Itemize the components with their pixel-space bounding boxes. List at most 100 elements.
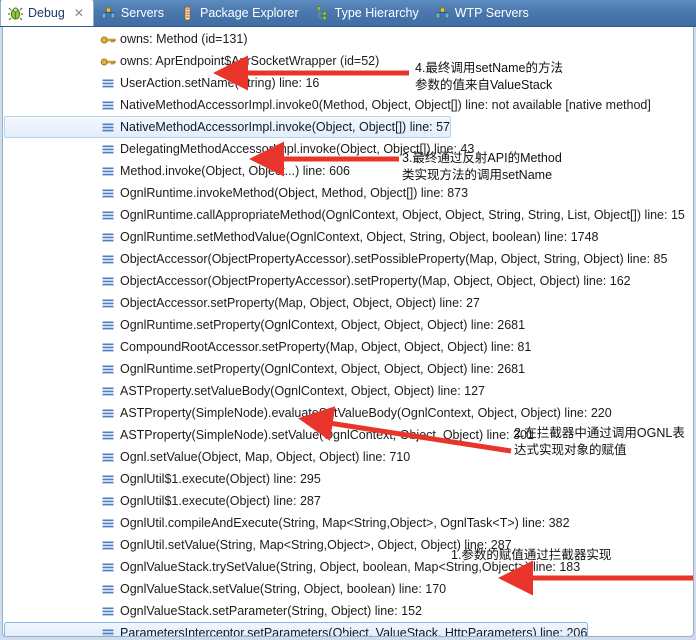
- stack-frame-row[interactable]: OgnlValueStack.setValue(String, Object, …: [4, 578, 693, 600]
- stack-frame-label: owns: Method (id=131): [120, 32, 248, 46]
- stack-frame-icon: [100, 538, 116, 554]
- stack-frame-label: ObjectAccessor.setProperty(Map, Object, …: [120, 296, 480, 310]
- stack-frame-row[interactable]: OgnlRuntime.setProperty(OgnlContext, Obj…: [4, 358, 693, 380]
- annotation-2-text: 2.在拦截器中通过调用OGNL表 达式实现对象的赋值: [514, 426, 685, 457]
- annotation-1-text: 1.参数的赋值通过拦截器实现: [451, 548, 612, 562]
- tab-package-explorer[interactable]: Package Explorer: [173, 1, 308, 26]
- stack-frame-label: ASTProperty(SimpleNode).evaluateSetValue…: [120, 406, 612, 420]
- stack-frame-row[interactable]: DelegatingMethodAccessorImpl.invoke(Obje…: [4, 138, 693, 160]
- stack-frame-icon: [100, 230, 116, 246]
- watermark: http://blog.csdn.net/kongfanyu: [341, 629, 614, 636]
- stack-frame-label: NativeMethodAccessorImpl.invoke0(Method,…: [120, 98, 651, 112]
- stack-frame-label: OgnlUtil.compileAndExecute(String, Map<S…: [120, 516, 570, 530]
- stack-frame-label: ASTProperty(SimpleNode).setValue(OgnlCon…: [120, 428, 534, 442]
- stack-frame-icon: [100, 186, 116, 202]
- tab-label: Package Explorer: [199, 6, 299, 21]
- stack-frame-label: OgnlRuntime.setMethodValue(OgnlContext, …: [120, 230, 599, 244]
- tab-label: Servers: [120, 6, 164, 21]
- stack-frame-icon: [100, 208, 116, 224]
- stack-frame-label: Method.invoke(Object, Object...) line: 6…: [120, 164, 350, 178]
- stack-frame-icon: [100, 120, 116, 136]
- stack-frame-icon: [100, 450, 116, 466]
- stack-frame-label: OgnlRuntime.callAppropriateMethod(OgnlCo…: [120, 208, 685, 222]
- bug-icon: [8, 6, 23, 21]
- stack-frame-row[interactable]: OgnlUtil$1.execute(Object) line: 295: [4, 468, 693, 490]
- tab-wtp-servers[interactable]: WTP Servers: [428, 1, 538, 26]
- stack-frame-icon: [100, 406, 116, 422]
- stack-frame-row[interactable]: ObjectAccessor(ObjectPropertyAccessor).s…: [4, 270, 693, 292]
- stack-frame-row[interactable]: ObjectAccessor(ObjectPropertyAccessor).s…: [4, 248, 693, 270]
- stack-frame-row[interactable]: CompoundRootAccessor.setProperty(Map, Ob…: [4, 336, 693, 358]
- tab-debug[interactable]: Debug ✕: [0, 0, 94, 26]
- stack-frame-row[interactable]: NativeMethodAccessorImpl.invoke0(Method,…: [4, 94, 693, 116]
- stack-frame-row[interactable]: OgnlUtil.compileAndExecute(String, Map<S…: [4, 512, 693, 534]
- stack-frame-label: OgnlRuntime.setProperty(OgnlContext, Obj…: [120, 362, 526, 376]
- stack-frame-icon: [100, 252, 116, 268]
- stack-frame-label: OgnlUtil$1.execute(Object) line: 287: [120, 494, 321, 508]
- stack-frame-row[interactable]: OgnlRuntime.callAppropriateMethod(OgnlCo…: [4, 204, 693, 226]
- stack-frame-icon: [100, 98, 116, 114]
- stack-frame-icon: [100, 296, 116, 312]
- stack-frame-label: OgnlUtil$1.execute(Object) line: 295: [120, 472, 321, 486]
- stack-frame-row[interactable]: OgnlRuntime.setMethodValue(OgnlContext, …: [4, 226, 693, 248]
- stack-frame-label: OgnlRuntime.setProperty(OgnlContext, Obj…: [120, 318, 526, 332]
- stack-frame-icon: [100, 318, 116, 334]
- tab-label: WTP Servers: [454, 6, 529, 21]
- stack-frame-icon: [100, 516, 116, 532]
- monitor-key-icon: [100, 32, 116, 48]
- stack-frame-icon: [100, 384, 116, 400]
- stack-frame-label: OgnlValueStack.setValue(String, Object, …: [120, 582, 447, 596]
- stack-frame-icon: [100, 274, 116, 290]
- stack-frame-row[interactable]: OgnlValueStack.setParameter(String, Obje…: [4, 600, 693, 622]
- stack-frame-label: OgnlRuntime.invokeMethod(Object, Method,…: [120, 186, 469, 200]
- stack-frame-label: OgnlValueStack.setParameter(String, Obje…: [120, 604, 422, 618]
- stack-frame-icon: [100, 582, 116, 598]
- view-tab-bar: Debug ✕ Servers Package Explorer Type Hierar…: [0, 0, 696, 27]
- stack-frame-label: UserAction.setName(String) line: 16: [120, 76, 320, 90]
- stack-frame-label: Ognl.setValue(Object, Map, Object, Objec…: [120, 450, 411, 464]
- stack-frame-icon: [100, 76, 116, 92]
- stack-frame-icon: [100, 142, 116, 158]
- stack-frame-label: CompoundRootAccessor.setProperty(Map, Ob…: [120, 340, 532, 354]
- stack-frame-row[interactable]: ASTProperty(SimpleNode).evaluateSetValue…: [4, 402, 693, 424]
- monitor-key-icon: [100, 54, 116, 70]
- stack-frame-row[interactable]: owns: Method (id=131): [4, 28, 693, 50]
- stack-frame-icon: [100, 494, 116, 510]
- annotation-3-text: 3.最终通过反射API的Method 类实现方法的调用setName: [402, 151, 562, 182]
- stack-frame-icon: [100, 626, 116, 636]
- close-icon[interactable]: ✕: [74, 6, 84, 20]
- package-icon: [180, 6, 195, 21]
- stack-frame-row[interactable]: owns: AprEndpoint$AprSocketWrapper (id=5…: [4, 50, 693, 72]
- stack-frame-icon: [100, 560, 116, 576]
- stack-frame-row[interactable]: NativeMethodAccessorImpl.invoke(Object, …: [4, 116, 451, 138]
- tab-servers[interactable]: Servers: [94, 1, 173, 26]
- annotation-4-text: 4.最终调用setName的方法 参数的值来自ValueStack: [415, 61, 563, 92]
- tab-label: Debug: [28, 5, 65, 20]
- stack-frame-label: ObjectAccessor(ObjectPropertyAccessor).s…: [120, 252, 668, 266]
- tab-label: Type Hierarchy: [334, 6, 419, 21]
- stack-frame-row[interactable]: Method.invoke(Object, Object...) line: 6…: [4, 160, 693, 182]
- stack-frame-icon: [100, 362, 116, 378]
- stack-frame-row[interactable]: ObjectAccessor.setProperty(Map, Object, …: [4, 292, 693, 314]
- stack-frame-row[interactable]: OgnlRuntime.invokeMethod(Object, Method,…: [4, 182, 693, 204]
- stack-frame-icon: [100, 472, 116, 488]
- stack-frame-row[interactable]: UserAction.setName(String) line: 16: [4, 72, 693, 94]
- stack-frame-list[interactable]: owns: Method (id=131) owns: AprEndpoint$A…: [3, 27, 693, 636]
- tab-type-hierarchy[interactable]: Type Hierarchy: [308, 1, 428, 26]
- stack-frame-label: owns: AprEndpoint$AprSocketWrapper (id=5…: [120, 54, 380, 68]
- stack-frame-row[interactable]: OgnlRuntime.setProperty(OgnlContext, Obj…: [4, 314, 693, 336]
- stack-frame-label: ASTProperty.setValueBody(OgnlContext, Ob…: [120, 384, 485, 398]
- servers-icon: [435, 6, 450, 21]
- stack-frame-label: ObjectAccessor(ObjectPropertyAccessor).s…: [120, 274, 631, 288]
- stack-frame-row[interactable]: OgnlUtil$1.execute(Object) line: 287: [4, 490, 693, 512]
- eclipse-debug-window: Debug ✕ Servers Package Explorer Type Hierar…: [0, 0, 696, 640]
- stack-frame-icon: [100, 164, 116, 180]
- stack-frame-icon: [100, 340, 116, 356]
- stack-frame-label: NativeMethodAccessorImpl.invoke(Object, …: [120, 120, 450, 134]
- stack-frame-icon: [100, 428, 116, 444]
- stack-frame-row[interactable]: ASTProperty.setValueBody(OgnlContext, Ob…: [4, 380, 693, 402]
- type-hierarchy-icon: [315, 6, 330, 21]
- debug-stack-panel: owns: Method (id=131) owns: AprEndpoint$A…: [2, 27, 694, 637]
- servers-icon: [101, 6, 116, 21]
- stack-frame-icon: [100, 604, 116, 620]
